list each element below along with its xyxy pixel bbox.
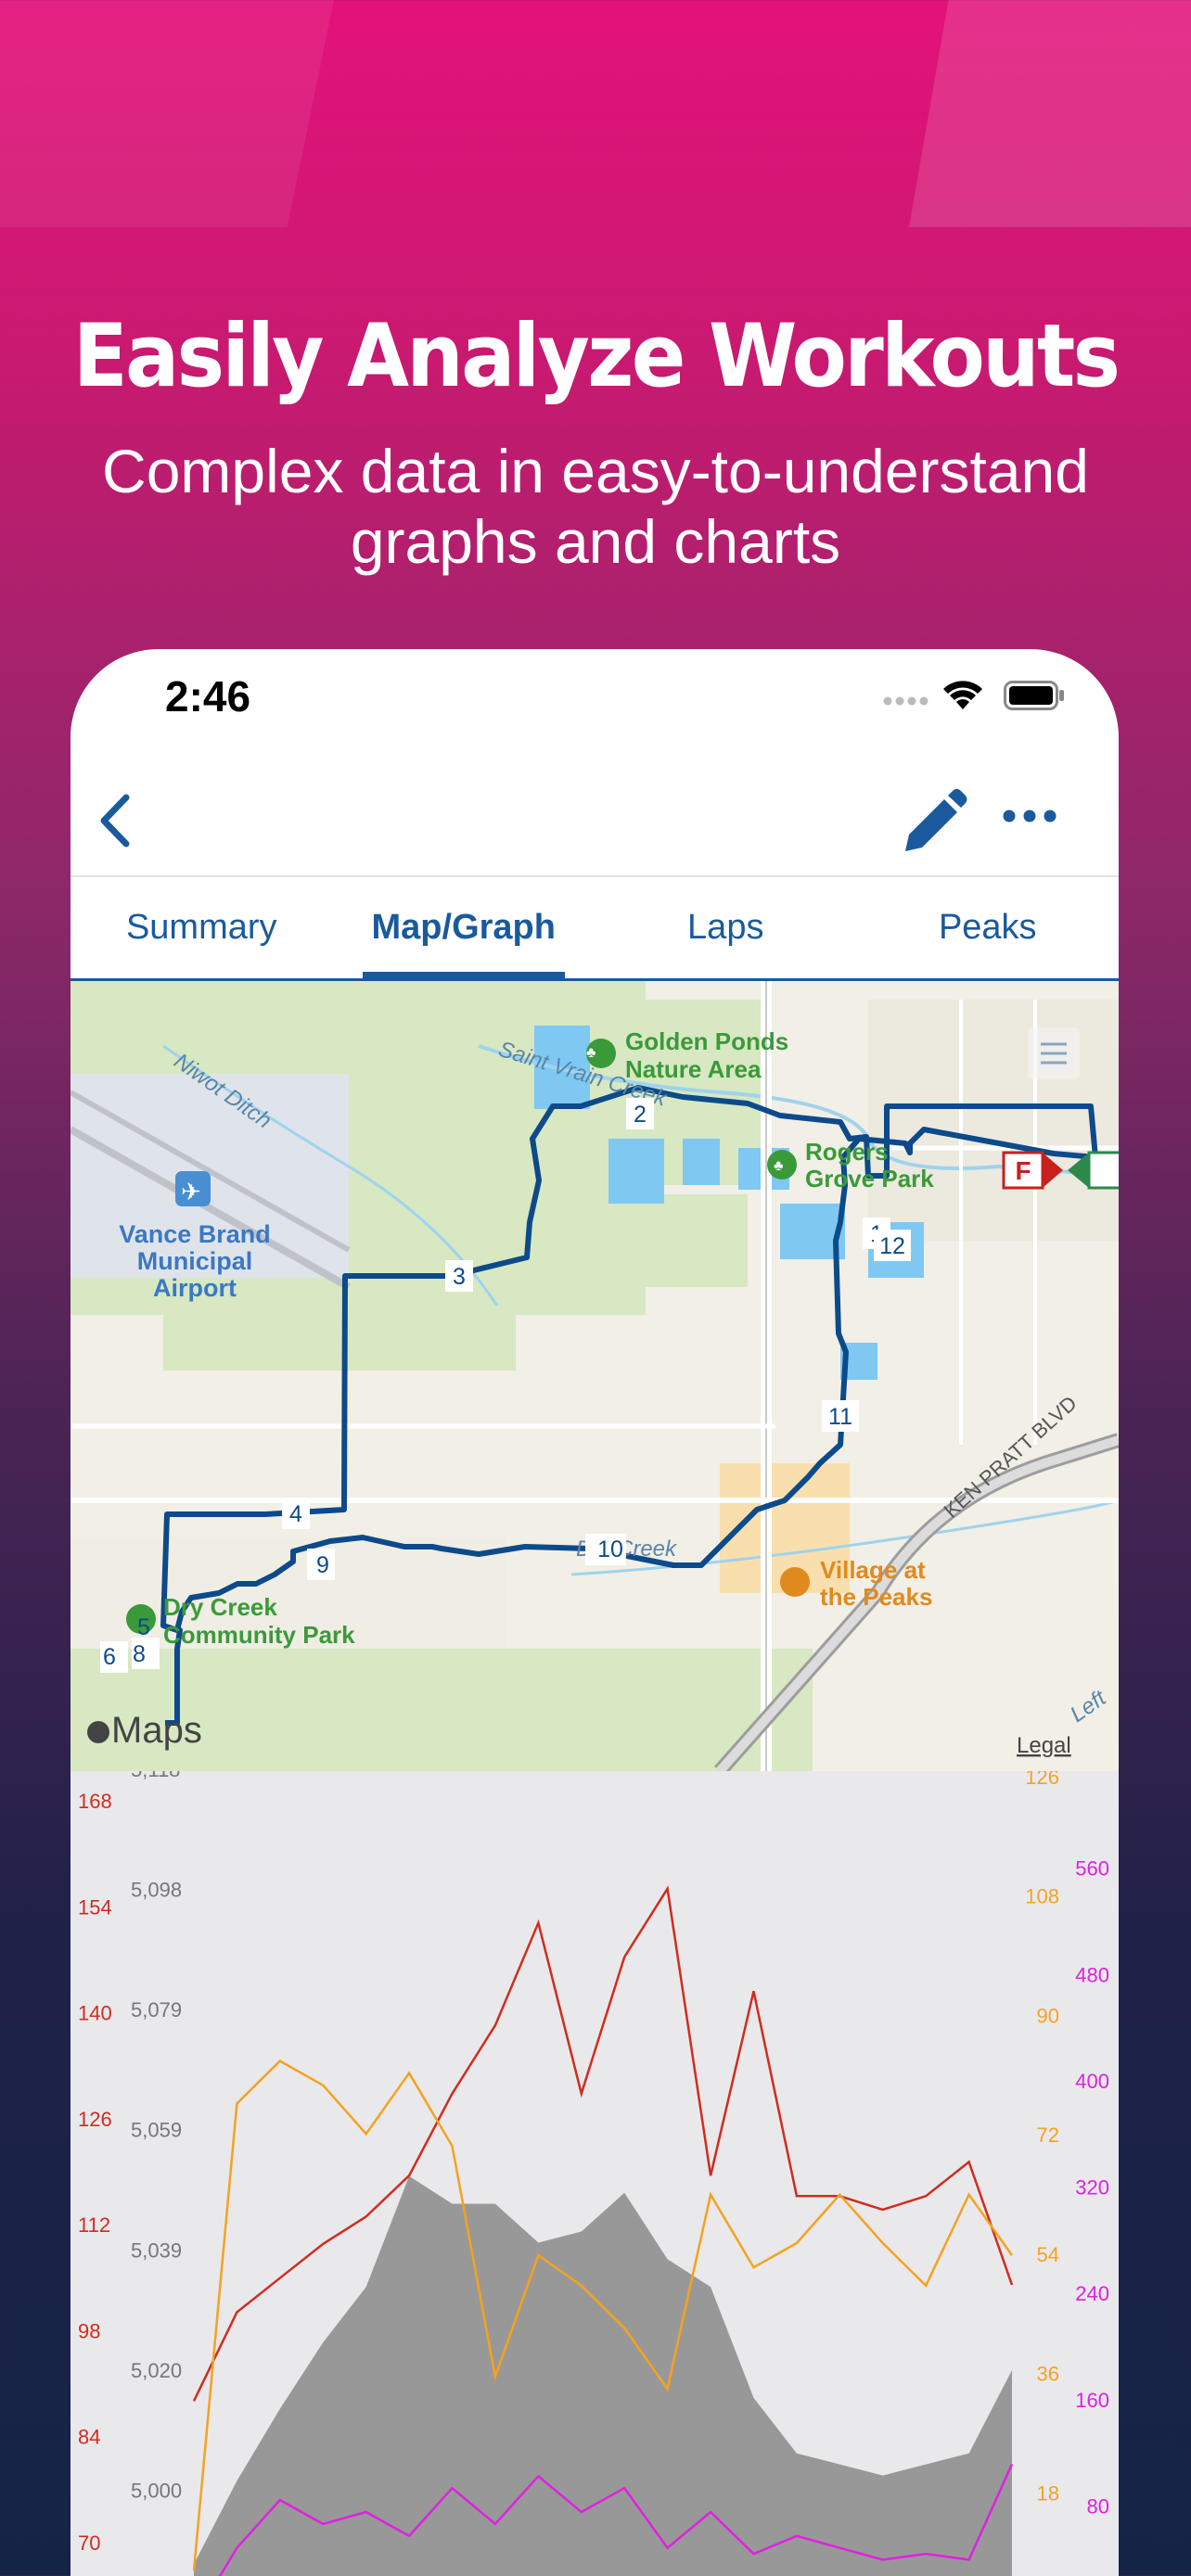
header-stripe-left [0,0,334,227]
header-stripe-right [909,0,1191,227]
axis-tick-label: 80 [1087,2494,1109,2518]
axis-tick-label: 5,079 [131,1998,182,2021]
axis-tick-label: 18 [1037,2481,1059,2505]
lap-marker[interactable]: 4 [289,1501,302,1527]
lap-marker[interactable]: 10 [597,1537,623,1562]
tab-peaks[interactable]: Peaks [857,877,1120,978]
map-label-village-1: Village at [820,1556,926,1584]
axis-tick-label: 140 [78,2002,112,2025]
route-map[interactable]: ♣ Golden Ponds Nature Area ♣ Rogers Grov… [70,981,1119,1771]
axis-tick-label: 5,059 [131,2119,182,2142]
hr-axis-ticks: 168 154 140 126 112 98 84 70 [78,1790,112,2555]
pencil-icon[interactable] [896,786,970,861]
map-label-airport-3: Airport [153,1274,237,1302]
axis-tick-label: 480 [1075,1963,1109,1986]
axis-tick-label: 72 [1037,2123,1059,2147]
lap-marker[interactable]: 9 [316,1552,329,1578]
svg-text:✈: ✈ [181,1178,201,1205]
axis-tick-label: 98 [78,2319,100,2342]
map-park-area [590,1194,748,1287]
map-label-dry-creek-2: Community Park [163,1621,355,1649]
power-axis-ticks: 640560480400320240160800 [1075,1771,1109,2518]
map-label-dry-creek-1: Dry Creek [163,1593,277,1621]
map-label-village-2: the Peaks [820,1583,932,1611]
axis-tick-label: 5,020 [131,2359,182,2382]
axis-tick-label: 560 [1075,1857,1109,1881]
tree-icon: ♣ [586,1045,596,1061]
map-layers-button[interactable] [1028,1027,1080,1079]
axis-tick-label: 126 [78,2108,112,2131]
status-time: 2:46 [165,672,251,721]
tab-map-graph[interactable]: Map/Graph [333,877,596,981]
wifi-icon [943,681,982,709]
axis-tick-label: 36 [1037,2363,1059,2386]
axis-tick-label: 84 [78,2426,100,2449]
chevron-left-icon[interactable] [93,788,139,853]
cadence-axis-ticks: 12610890725436180 [1025,1771,1059,2505]
tab-summary[interactable]: Summary [70,877,333,978]
elevation-area [194,2175,1012,2576]
axis-tick-label: 90 [1037,2004,1059,2027]
ellipsis-icon[interactable] [1002,809,1057,823]
axis-tick-label: 5,000 [131,2479,182,2502]
lap-marker[interactable]: 2 [634,1102,647,1128]
battery-icon [1004,681,1064,710]
lap-marker[interactable]: 3 [453,1264,466,1290]
map-residential [868,1000,1119,1241]
axis-tick-label: 108 [1025,1885,1059,1908]
axis-tick-label: 112 [78,2213,110,2237]
promo-subline: Complex data in easy-to-understand graph… [37,436,1154,577]
axis-tick-label: 168 [78,1790,112,1813]
map-water [683,1139,720,1185]
map-label-airport-2: Municipal [137,1247,253,1275]
axis-tick-label: 160 [1075,2389,1109,2412]
promo-subline-line-1: Complex data in easy-to-understand [102,437,1089,505]
map-legal-link[interactable]: Legal [1017,1733,1071,1758]
axis-tick-label: 54 [1037,2243,1059,2266]
lap-marker[interactable]: 8 [133,1641,146,1667]
segment-tabs: Summary Map/Graph Laps Peaks [70,875,1119,981]
axis-tick-label: 640 [1075,1771,1109,1774]
elevation-axis-ticks: 5,1185,0985,0795,0595,0395,0205,0004,980 [131,1771,182,2502]
lap-marker[interactable]: 12 [879,1233,905,1259]
map-label-golden-ponds-1: Golden Ponds [625,1027,788,1055]
axis-tick-label: 5,039 [131,2238,182,2262]
map-label-airport-1: Vance Brand [119,1220,271,1248]
maps-attribution-text: Maps [111,1710,202,1751]
phone-screen: 2:46 Summary Map/Graph Laps Peaks ♣ Gold… [70,649,1119,2576]
apple-logo-icon [87,1721,109,1743]
map-label-rogers-2: Grove Park [805,1165,934,1192]
promo-subline-line-2: graphs and charts [350,507,841,576]
axis-tick-label: 126 [1025,1771,1059,1789]
axis-tick-label: 320 [1075,2176,1109,2200]
lap-marker[interactable]: 11 [828,1404,852,1430]
signal-dots-icon [883,696,928,706]
lap-marker[interactable]: 6 [103,1644,116,1670]
finish-flag-label: F [1015,1156,1031,1185]
map-street-left-hand: Left [1066,1685,1111,1728]
promo-headline: Easily Analyze Workouts [72,306,1121,407]
axis-tick-label: 5,098 [131,1879,182,1902]
status-bar: 2:46 [70,649,1119,751]
axis-tick-label: 5,118 [131,1771,180,1781]
nav-bar [70,751,1119,876]
workout-graph[interactable]: 168 154 140 126 112 98 84 70 5,118 5,098 5,079 5,0… [70,1771,1119,2576]
axis-tick-label: 240 [1075,2282,1109,2305]
graph-series [192,1885,1014,2576]
lap-marker[interactable]: 5 [137,1614,150,1640]
map-label-rogers-1: Rogers [805,1138,889,1166]
axis-tick-label: 400 [1075,2070,1109,2093]
map-label-golden-ponds-2: Nature Area [625,1055,762,1083]
axis-tick-label: 70 [78,2531,100,2555]
tab-laps[interactable]: Laps [595,877,857,978]
axis-tick-label: 154 [78,1895,112,1919]
map-water [608,1139,664,1204]
tree-icon: ♣ [774,1158,784,1174]
